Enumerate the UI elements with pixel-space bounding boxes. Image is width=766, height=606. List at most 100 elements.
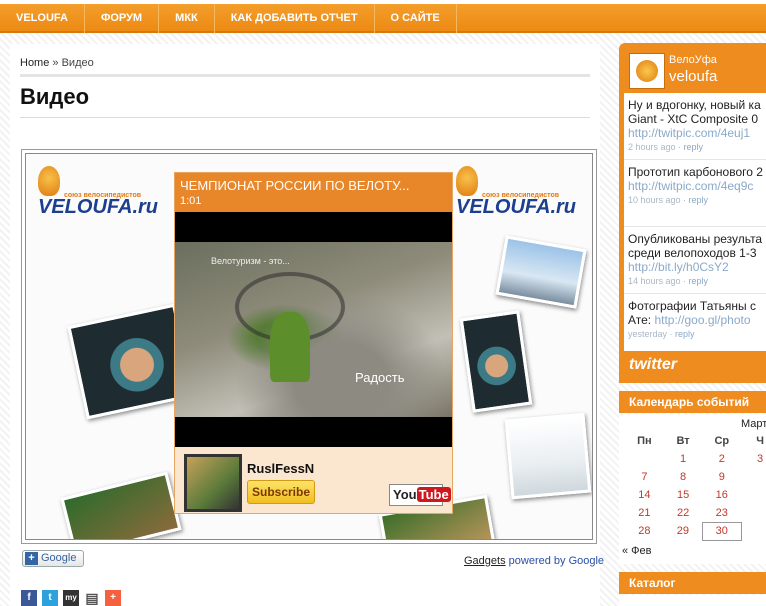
calendar-day[interactable]: 8 (664, 468, 703, 486)
veloufa-logo: VELOUFA.ru союз велосипедистов (456, 166, 592, 218)
calendar-day[interactable] (741, 468, 766, 486)
calendar-day[interactable]: 23 (702, 504, 741, 522)
tweet-text: Прототип карбонового 2 (628, 165, 763, 179)
tweet-time[interactable]: 14 hours ago (628, 276, 681, 286)
tweet-link[interactable]: http://twitpic.com/4euj1 (628, 126, 766, 140)
calendar-day[interactable] (625, 450, 664, 468)
calendar-day[interactable]: 1 (664, 450, 703, 468)
subscribe-button[interactable]: Subscribe (247, 480, 315, 504)
youtube-logo[interactable]: You Tube (389, 484, 451, 506)
calendar-month: Март (741, 418, 766, 430)
page-title: Видео (20, 84, 90, 109)
catalog-body (619, 595, 766, 606)
weekday-header: Ч (756, 435, 764, 447)
youtube-logo-you: You (393, 487, 417, 502)
logo-subtitle: союз велосипедистов (482, 192, 560, 199)
tweet-reply-link[interactable]: reply (689, 276, 709, 286)
twitter-icon[interactable]: t (42, 590, 58, 606)
calendar-day[interactable]: 21 (625, 504, 664, 522)
nav-item-mkk[interactable]: МКК (159, 0, 215, 33)
catalog-heading: Каталог (619, 572, 766, 594)
calendar-day[interactable] (741, 486, 766, 504)
breadcrumb: Home » Видео (20, 57, 94, 69)
player-footer: RuslFessN Subscribe You Tube (175, 447, 452, 513)
photo-bottom-left (60, 471, 182, 539)
calendar-day[interactable]: 15 (664, 486, 703, 504)
calendar-day[interactable]: 14 (625, 486, 664, 504)
tweet-text: Фотографии Татьяны с (628, 299, 756, 313)
tweet-text: Опубликованы результа (628, 232, 763, 246)
nav-item-veloufa[interactable]: VELOUFA (0, 0, 85, 33)
nav-item-forum[interactable]: ФОРУМ (85, 0, 160, 33)
gadgets-link[interactable]: Gadgets (464, 555, 506, 567)
breadcrumb-home-link[interactable]: Home (20, 57, 49, 69)
top-nav: VELOUFA ФОРУМ МКК КАК ДОБАВИТЬ ОТЧЕТ О С… (0, 0, 766, 33)
breadcrumb-divider (20, 74, 590, 77)
tweet-text: Giant - XtC Composite 0 (628, 112, 759, 126)
myspace-icon[interactable]: my (63, 590, 79, 606)
facebook-icon[interactable]: f (21, 590, 37, 606)
calendar-day[interactable]: 7 (625, 468, 664, 486)
photo-rider-partial (459, 310, 533, 413)
addthis-icon[interactable]: + (105, 590, 121, 606)
tweet-text-prefix: Ате: (628, 313, 652, 327)
twitter-logo[interactable]: twitter (629, 356, 677, 374)
powered-by-google-link[interactable]: powered by Google (509, 555, 604, 567)
tweet-item: Прототип карбонового 2 http://twitpic.co… (624, 160, 766, 227)
calendar-day[interactable]: 16 (702, 486, 741, 504)
google-add-button[interactable]: + Google (22, 550, 84, 567)
nav-item-about[interactable]: О САЙТЕ (375, 0, 457, 33)
video-gadget: VELOUFA.ru союз велосипедистов VELOUFA.r… (21, 149, 597, 544)
video-area[interactable]: Велотуризм - это... Радость (175, 212, 452, 447)
calendar-heading: Календарь событий (619, 391, 766, 413)
tweet-reply-link[interactable]: reply (689, 195, 709, 205)
weekday-header: Ср (714, 435, 730, 447)
calendar-day[interactable]: 9 (702, 468, 741, 486)
calendar-day[interactable]: 2 (702, 450, 741, 468)
tweet-list: Ну и вдогонку, новый ка Giant - XtC Comp… (624, 93, 766, 351)
tweet-link[interactable]: http://goo.gl/photo (654, 313, 750, 327)
calendar-prev-month[interactable]: « Фев (622, 545, 652, 557)
video-title[interactable]: ЧЕМПИОНАТ РОССИИ ПО ВЕЛОТУ... (180, 178, 410, 193)
weekday-header: Пн (637, 435, 652, 447)
share-icons: f t my ▤ + (21, 590, 126, 606)
tweet-link[interactable]: http://bit.ly/h0CsY2 (628, 260, 766, 274)
tweet-link[interactable]: http://twitpic.com/4eq9c (628, 179, 766, 193)
twitter-username[interactable]: veloufa (669, 68, 717, 85)
tweet-time[interactable]: yesterday (628, 329, 667, 339)
calendar-day[interactable]: 29 (664, 522, 703, 540)
video-player[interactable]: ЧЕМПИОНАТ РОССИИ ПО ВЕЛОТУ... 1:01 Велот… (174, 172, 453, 514)
channel-name[interactable]: RuslFessN (247, 461, 314, 476)
nav-item-add-report[interactable]: КАК ДОБАВИТЬ ОТЧЕТ (215, 0, 375, 33)
calendar-day[interactable] (741, 522, 766, 540)
channel-thumbnail[interactable] (184, 454, 242, 512)
twitter-display-name[interactable]: ВелоУфа (669, 54, 717, 66)
gadget-background: VELOUFA.ru союз велосипедистов VELOUFA.r… (25, 153, 593, 540)
tweet-reply-link[interactable]: reply (675, 329, 695, 339)
tweet-time[interactable]: 10 hours ago (628, 195, 681, 205)
calendar-day[interactable]: 22 (664, 504, 703, 522)
tweet-text: среди велопоходов 1-3 (628, 246, 757, 260)
video-thumbnail[interactable]: Велотуризм - это... Радость (175, 242, 452, 417)
calendar-day[interactable]: 28 (625, 522, 664, 540)
veloufa-logo: VELOUFA.ru союз велосипедистов (38, 166, 158, 218)
sun-logo-icon (38, 166, 60, 196)
tweet-time[interactable]: 2 hours ago (628, 142, 676, 152)
google-add-label: Google (41, 552, 77, 564)
youtube-logo-tube: Tube (416, 487, 451, 502)
title-divider (20, 117, 590, 118)
tweet-reply-link[interactable]: reply (684, 142, 704, 152)
plus-icon: + (25, 552, 38, 565)
photo-snow-cyclist (504, 412, 592, 500)
tweet-text: Ну и вдогонку, новый ка (628, 98, 761, 112)
tweet-item: Опубликованы результа среди велопоходов … (624, 227, 766, 294)
calendar-day[interactable] (741, 504, 766, 522)
video-caption-intro: Велотуризм - это... (211, 256, 290, 266)
calendar-day-today[interactable]: 30 (701, 521, 742, 541)
calendar-day[interactable]: 3 (741, 450, 766, 468)
breadcrumb-current: Видео (61, 57, 94, 69)
veloufa-avatar[interactable] (629, 53, 665, 89)
video-duration: 1:01 (180, 195, 202, 207)
print-icon[interactable]: ▤ (84, 590, 100, 606)
tweet-item: Ну и вдогонку, новый ка Giant - XtC Comp… (624, 93, 766, 160)
